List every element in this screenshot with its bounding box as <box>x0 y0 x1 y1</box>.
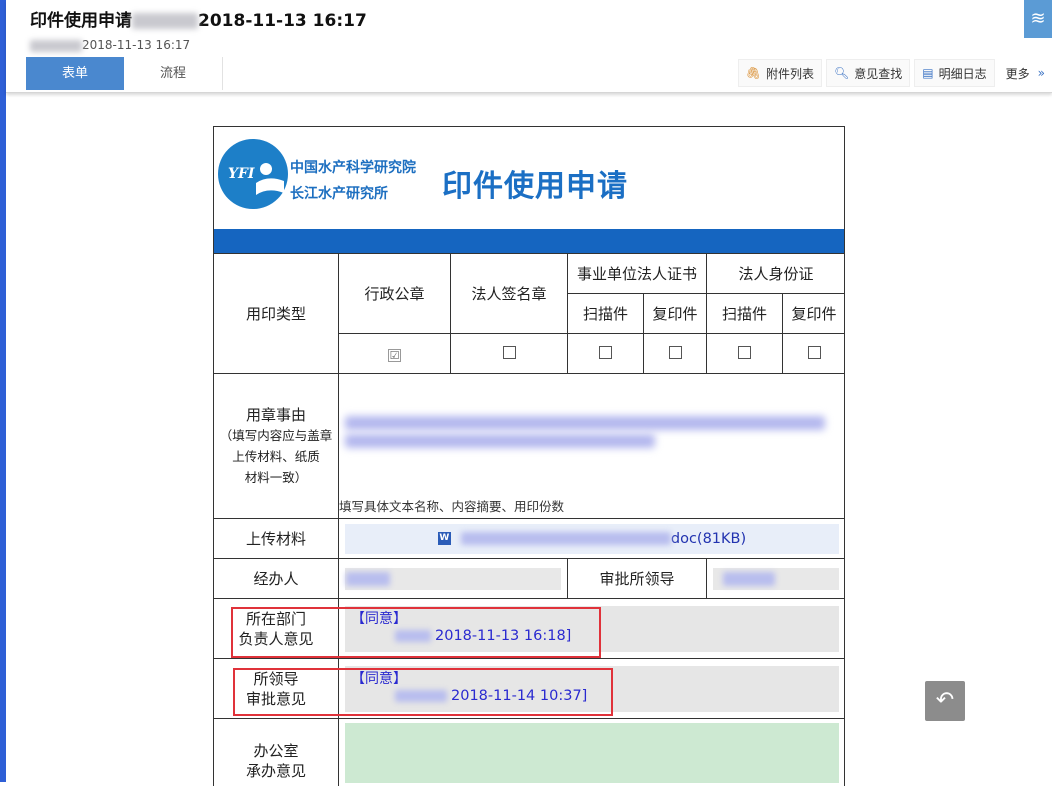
office-label-line2: 承办意见 <box>214 761 338 781</box>
reason-note-line3: 材料一致） <box>214 467 338 488</box>
reason-field[interactable]: 填写具体文本名称、内容摘要、用印份数 <box>339 374 846 519</box>
toolbar: 🖇 附件列表 🔍︎ 意见查找 ▤ 明细日志 更多 » <box>734 59 1052 87</box>
office-opinion-cell <box>339 719 846 786</box>
checkbox-legal-sign[interactable] <box>503 346 516 359</box>
reason-label-cell: 用章事由 （填写内容应与盖章 上传材料、纸质 材料一致） <box>214 374 339 519</box>
approver-cell <box>707 559 845 599</box>
handler-field[interactable] <box>345 568 561 590</box>
col-admin-seal: 行政公章 <box>339 254 451 334</box>
form-title: 印件使用申请 <box>442 161 628 205</box>
redacted-filename <box>461 532 671 545</box>
opinion-search-button[interactable]: 🔍︎ 意见查找 <box>826 59 910 87</box>
cert-copy-header: 复印件 <box>644 294 707 334</box>
annotation-highlight-leader-opinion <box>233 668 613 716</box>
redacted-handler <box>346 572 390 586</box>
checkbox-cert-copy[interactable] <box>669 346 682 359</box>
redacted-reason-line1 <box>345 416 825 430</box>
handler-label: 经办人 <box>214 559 339 599</box>
layers-icon[interactable]: ≋ <box>1024 0 1052 38</box>
office-label-cell: 办公室 承办意见 <box>214 719 339 786</box>
search-icon: 🔍︎ <box>834 66 849 80</box>
checkbox-id-scan[interactable] <box>738 346 751 359</box>
upload-cell: W doc(81KB) <box>339 519 846 559</box>
reason-hint: 填写具体文本名称、内容摘要、用印份数 <box>339 496 564 515</box>
annotation-highlight-dept-opinion <box>231 607 601 658</box>
approver-field[interactable] <box>713 568 839 590</box>
reason-note-line1: （填写内容应与盖章 <box>214 425 338 446</box>
checkbox-cell-cert-copy <box>644 334 707 374</box>
more-button[interactable]: 更多 » <box>999 60 1052 86</box>
reply-button[interactable]: ↶ <box>925 681 965 721</box>
approver-label: 审批所领导 <box>568 559 707 599</box>
checkbox-cell-cert-scan <box>568 334 644 374</box>
page-header: 印件使用申请2018-11-13 16:17 2018-11-13 16:17 … <box>6 0 1052 93</box>
office-label-line1: 办公室 <box>214 741 338 761</box>
org-name-line2: 长江水产研究所 <box>290 183 388 203</box>
reason-label: 用章事由 <box>214 405 338 425</box>
reply-icon: ↶ <box>936 688 954 713</box>
redacted-name <box>132 13 198 29</box>
page-subtitle: 2018-11-13 16:17 <box>30 38 190 52</box>
upload-label: 上传材料 <box>214 519 339 559</box>
paperclip-icon: 🖇 <box>746 66 761 80</box>
redacted-approver <box>723 572 775 586</box>
seal-type-label: 用印类型 <box>214 254 339 374</box>
attachments-button[interactable]: 🖇 附件列表 <box>738 59 822 87</box>
form-header: YFI 中国水产科学研究院 长江水产研究所 印件使用申请 <box>214 127 844 230</box>
checkbox-cell-id-scan <box>707 334 783 374</box>
handler-cell <box>339 559 568 599</box>
blue-separator-band <box>214 229 844 254</box>
checkbox-cell-admin-seal: ☑ <box>339 334 451 374</box>
checkbox-cert-scan[interactable] <box>599 346 612 359</box>
office-opinion-field[interactable] <box>345 723 839 783</box>
redacted-author <box>30 40 82 52</box>
chevron-double-down-icon: » <box>1038 66 1045 80</box>
id-scan-header: 扫描件 <box>707 294 783 334</box>
word-doc-icon: W <box>438 532 451 545</box>
col-certificate: 事业单位法人证书 <box>568 254 707 294</box>
checkbox-admin-seal[interactable]: ☑ <box>388 349 401 362</box>
logo-wave-icon <box>218 139 288 209</box>
left-accent-bar <box>0 0 6 782</box>
id-copy-header: 复印件 <box>783 294 845 334</box>
page-title: 印件使用申请2018-11-13 16:17 <box>30 6 367 31</box>
cert-scan-header: 扫描件 <box>568 294 644 334</box>
checkbox-cell-legal-sign <box>451 334 568 374</box>
redacted-reason-line2 <box>345 434 655 448</box>
detail-log-button[interactable]: ▤ 明细日志 <box>914 59 994 87</box>
institute-logo: YFI <box>218 139 288 209</box>
reason-note-line2: 上传材料、纸质 <box>214 446 338 467</box>
tab-bar: 表单 流程 <box>26 57 223 90</box>
checkbox-cell-id-copy <box>783 334 845 374</box>
tab-flow[interactable]: 流程 <box>124 57 223 90</box>
checkbox-id-copy[interactable] <box>808 346 821 359</box>
org-name-line1: 中国水产科学研究院 <box>290 157 416 177</box>
col-legal-sign-seal: 法人签名章 <box>451 254 568 334</box>
col-legal-id: 法人身份证 <box>707 254 845 294</box>
document-icon: ▤ <box>922 66 933 80</box>
tab-form[interactable]: 表单 <box>26 57 124 90</box>
uploaded-file-link[interactable]: W doc(81KB) <box>345 524 839 554</box>
